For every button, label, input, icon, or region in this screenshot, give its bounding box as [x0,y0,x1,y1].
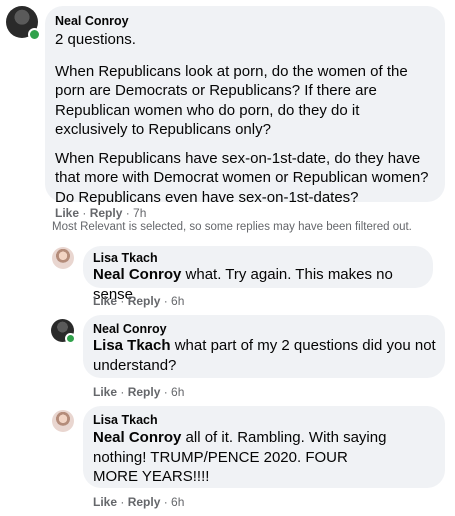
comment-author[interactable]: Neal Conroy [55,14,129,28]
reply-timestamp[interactable]: 6h [171,495,184,509]
comment-actions: Like · Reply · 7h [55,206,147,220]
comment-bubble: Neal Conroy 2 questions. When Republican… [45,6,445,206]
like-button[interactable]: Like [93,495,117,509]
reply-bubble: Neal Conroy Lisa Tkach what part of my 2… [83,315,445,378]
avatar[interactable] [52,410,74,432]
avatar[interactable] [51,319,76,344]
reply-button[interactable]: Reply [128,385,161,399]
reply-timestamp[interactable]: 6h [171,294,184,308]
reply-text: Lisa Tkach what part of my 2 questions d… [93,336,438,375]
online-status-icon [65,333,76,344]
comment-paragraph: When Republicans look at porn, do the wo… [55,62,408,139]
reply-button[interactable]: Reply [128,294,161,308]
filter-note: Most Relevant is selected, so some repli… [52,221,412,233]
reply-button[interactable]: Reply [128,495,161,509]
avatar[interactable] [52,247,74,269]
comment-text: 2 questions. When Republicans look at po… [55,30,433,207]
reply-actions: Like · Reply · 6h [93,294,185,308]
avatar[interactable] [6,6,41,41]
mention-link[interactable]: Neal Conroy [93,266,181,283]
comment-timestamp[interactable]: 7h [133,206,146,220]
online-status-icon [28,28,41,41]
reply-timestamp[interactable]: 6h [171,385,184,399]
like-button[interactable]: Like [55,206,79,220]
mention-link[interactable]: Neal Conroy [93,429,181,446]
reply-actions: Like · Reply · 6h [93,385,185,399]
reply-author[interactable]: Neal Conroy [93,322,167,336]
reply-button[interactable]: Reply [90,206,123,220]
reply-bubble: Lisa Tkach Neal Conroy what. Try again. … [83,246,433,303]
reply-text: Neal Conroy all of it. Rambling. With sa… [93,428,393,487]
comment-paragraph: 2 questions. [55,31,136,48]
reply-author[interactable]: Lisa Tkach [93,251,158,265]
like-button[interactable]: Like [93,385,117,399]
comment-paragraph: When Republicans have sex-on-1st-date, d… [55,149,429,206]
mention-link[interactable]: Lisa Tkach [93,337,171,354]
reply-actions: Like · Reply · 6h [93,495,185,509]
like-button[interactable]: Like [93,294,117,308]
reply-bubble: Lisa Tkach Neal Conroy all of it. Rambli… [83,406,445,488]
reply-author[interactable]: Lisa Tkach [93,413,158,427]
